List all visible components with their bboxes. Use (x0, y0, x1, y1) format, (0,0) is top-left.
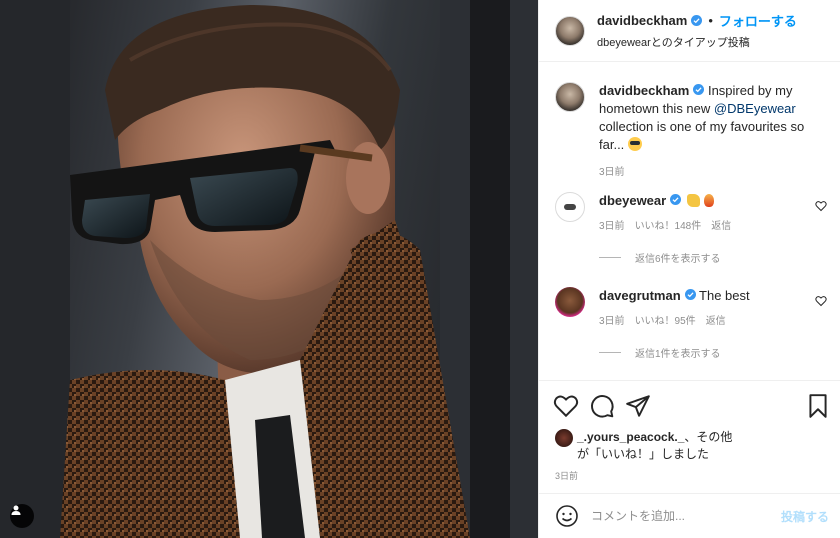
caption-username[interactable]: davidbeckham (599, 83, 689, 98)
liker-username[interactable]: _.yours_peacock._ (577, 430, 684, 444)
view-replies-label: 返信1件を表示する (635, 349, 721, 360)
smiley-icon[interactable] (555, 504, 579, 528)
reply-button[interactable]: 返信 (711, 218, 731, 236)
post-photo[interactable] (0, 0, 538, 538)
header-username[interactable]: davidbeckham (597, 13, 687, 28)
verified-badge-icon (691, 15, 703, 26)
user-tag-icon (11, 505, 21, 515)
paid-partnership-label[interactable]: dbeyewearとのタイアップ投稿 (597, 34, 797, 50)
sunglasses-emoji-icon (627, 137, 642, 151)
view-replies-button[interactable]: 返信6件を表示する (599, 250, 835, 265)
likes-others-link[interactable]: 、その他 (684, 430, 732, 444)
comment-username[interactable]: davegrutman (599, 288, 681, 303)
comment-text: The best (699, 288, 750, 303)
fire-emoji-icon (704, 194, 715, 207)
comment-composer: 投稿する (539, 493, 840, 538)
list-item: dbeyewear 3日前 いいね！148件 返信 返信6件を表示する (555, 192, 835, 265)
comment-input[interactable] (591, 509, 779, 523)
user-tag-button[interactable] (10, 504, 34, 528)
avatar[interactable] (555, 82, 585, 112)
caption: davidbeckham Inspired by my hometown thi… (555, 82, 835, 182)
comment-timestamp[interactable]: 3日前 (599, 313, 625, 331)
comment-like-count[interactable]: いいね！95件 (635, 313, 696, 331)
bookmark-icon (809, 394, 827, 418)
verified-badge-icon (670, 194, 682, 205)
caption-timestamp[interactable]: 3日前 (599, 164, 815, 182)
verified-badge-icon (693, 84, 705, 95)
divider (599, 257, 621, 258)
instagram-post-modal: davidbeckham • フォローする dbeyewearとのタイアップ投稿… (0, 0, 840, 538)
likes-text: が「いいね！」しました (577, 447, 710, 461)
save-button[interactable] (805, 393, 831, 419)
separator-dot: • (708, 13, 713, 28)
comment-username[interactable]: dbeyewear (599, 193, 666, 208)
caption-mention-link[interactable]: @DBEyewear (714, 101, 796, 116)
comment-icon (591, 395, 614, 418)
share-icon (626, 395, 650, 417)
comment-timestamp[interactable]: 3日前 (599, 218, 625, 236)
action-bar: _.yours_peacock._、その他 が「いいね！」しました 3日前 (539, 380, 840, 493)
avatar[interactable] (555, 192, 585, 222)
comment-like-count[interactable]: いいね！148件 (635, 218, 702, 236)
post-side-panel: davidbeckham • フォローする dbeyewearとのタイアップ投稿… (538, 0, 840, 538)
list-item: davegrutman The best 3日前 いいね！95件 返信 返信1件… (555, 287, 835, 360)
clapping-hands-emoji-icon (687, 194, 701, 207)
heart-icon[interactable] (815, 295, 827, 307)
avatar[interactable] (555, 429, 573, 447)
portrait-illustration (0, 0, 538, 538)
divider (599, 352, 621, 353)
post-comment-button[interactable]: 投稿する (781, 508, 829, 525)
comment-button[interactable] (589, 393, 615, 419)
likes-summary: _.yours_peacock._、その他 が「いいね！」しました (555, 429, 835, 463)
post-timestamp[interactable]: 3日前 (555, 469, 578, 482)
comments-list[interactable]: davidbeckham Inspired by my hometown thi… (539, 62, 840, 380)
view-replies-label: 返信6件を表示する (635, 254, 721, 265)
heart-icon (553, 395, 579, 418)
share-button[interactable] (625, 393, 651, 419)
avatar[interactable] (555, 287, 585, 317)
avatar[interactable] (555, 15, 585, 46)
like-button[interactable] (553, 393, 579, 419)
reply-button[interactable]: 返信 (706, 313, 726, 331)
view-replies-button[interactable]: 返信1件を表示する (599, 345, 835, 360)
verified-badge-icon (684, 289, 696, 300)
heart-icon[interactable] (815, 200, 827, 212)
follow-button[interactable]: フォローする (719, 11, 797, 30)
post-header: davidbeckham • フォローする dbeyewearとのタイアップ投稿 (539, 0, 840, 62)
